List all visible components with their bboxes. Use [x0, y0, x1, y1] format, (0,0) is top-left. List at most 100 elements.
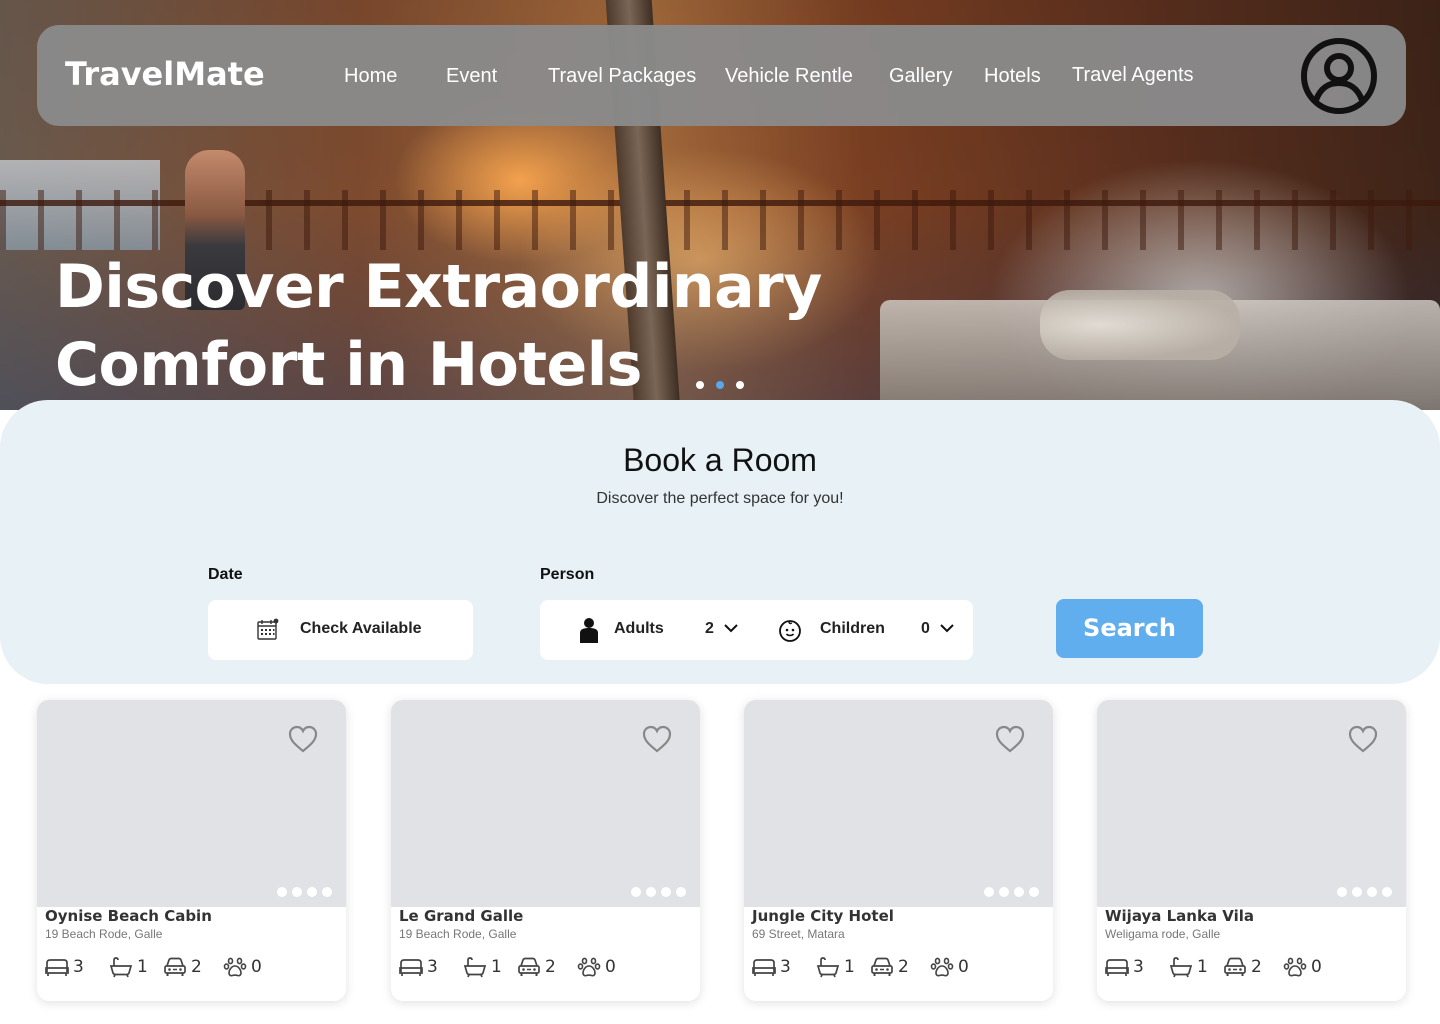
bed-icon: [45, 959, 69, 976]
person-selector: Adults 2 Children 0: [540, 600, 973, 660]
amenity-beds-count: 3: [1133, 957, 1144, 977]
nav-link-travel-packages[interactable]: Travel Packages: [548, 65, 696, 88]
hotel-card[interactable]: Jungle City Hotel 69 Street, Matara 3 1 …: [744, 700, 1053, 1001]
amenity-beds-count: 3: [780, 957, 791, 977]
photo-dot[interactable]: [1337, 887, 1347, 897]
photo-dot[interactable]: [322, 887, 332, 897]
carousel-dot-3[interactable]: [736, 381, 744, 389]
amenity-pets: 0: [577, 955, 616, 979]
heart-icon[interactable]: [994, 724, 1026, 754]
amenity-beds: 3: [45, 955, 84, 979]
nav-link-hotels[interactable]: Hotels: [984, 65, 1041, 88]
photo-dot[interactable]: [292, 887, 302, 897]
brand-logo[interactable]: TravelMate: [65, 55, 265, 93]
nav-link-event[interactable]: Event: [446, 65, 497, 88]
hotel-address: 19 Beach Rode, Galle: [399, 927, 517, 941]
amenity-beds-count: 3: [427, 957, 438, 977]
amenity-parking: 2: [517, 955, 556, 979]
hotel-name[interactable]: Le Grand Galle: [399, 907, 523, 925]
user-circle-icon[interactable]: [1299, 37, 1379, 115]
amenity-parking: 2: [870, 955, 909, 979]
hotel-address: Weligama rode, Galle: [1105, 927, 1221, 941]
car-icon: [1224, 957, 1246, 976]
heart-icon[interactable]: [641, 724, 673, 754]
paw-icon: [1283, 957, 1307, 977]
amenity-baths-count: 1: [491, 957, 502, 977]
amenity-pets-count: 0: [1311, 957, 1322, 977]
car-icon: [164, 957, 186, 976]
bed-icon: [399, 959, 423, 976]
booking-subtitle: Discover the perfect space for you!: [596, 490, 844, 507]
nav-link-home[interactable]: Home: [344, 65, 397, 88]
hotel-card[interactable]: Oynise Beach Cabin 19 Beach Rode, Galle …: [37, 700, 346, 1001]
amenity-parking-count: 2: [1251, 957, 1262, 977]
amenity-parking-count: 2: [191, 957, 202, 977]
chevron-down-icon: [724, 624, 738, 633]
hotel-card[interactable]: Wijaya Lanka Vila Weligama rode, Galle 3: [1097, 700, 1406, 1001]
photo-dot[interactable]: [631, 887, 641, 897]
adults-label: Adults: [614, 620, 664, 637]
amenity-baths-count: 1: [137, 957, 148, 977]
car-icon: [871, 957, 893, 976]
amenity-parking-count: 2: [545, 957, 556, 977]
amenity-beds-count: 3: [73, 957, 84, 977]
photo-carousel-dots: [1337, 887, 1392, 897]
photo-dot[interactable]: [661, 887, 671, 897]
nav-link-travel-agents[interactable]: Travel Agents: [1072, 64, 1194, 87]
photo-dot[interactable]: [999, 887, 1009, 897]
bathtub-icon: [109, 957, 133, 978]
car-icon: [518, 957, 540, 976]
hotel-card[interactable]: Le Grand Galle 19 Beach Rode, Galle 3 1 …: [391, 700, 700, 1001]
person-icon: [580, 618, 598, 643]
amenity-baths-count: 1: [844, 957, 855, 977]
amenity-pets: 0: [223, 955, 262, 979]
photo-dot[interactable]: [1382, 887, 1392, 897]
bed-icon: [1105, 959, 1129, 976]
hotel-name[interactable]: Wijaya Lanka Vila: [1105, 907, 1254, 925]
amenity-beds: 3: [1105, 955, 1144, 979]
hotel-amenities: 3 1 2 0: [45, 955, 345, 979]
booking-title: Book a Room: [623, 442, 817, 478]
photo-dot[interactable]: [1014, 887, 1024, 897]
hero-title-line1: Discover Extraordinary: [55, 252, 822, 322]
photo-dot[interactable]: [984, 887, 994, 897]
top-navbar: TravelMate Home Event Travel Packages Ve…: [37, 25, 1406, 126]
baby-face-icon: [779, 620, 801, 642]
photo-carousel-dots: [277, 887, 332, 897]
chevron-down-icon: [940, 624, 954, 633]
amenity-baths: 1: [109, 955, 148, 979]
hotel-name[interactable]: Oynise Beach Cabin: [45, 907, 212, 925]
amenity-parking-count: 2: [898, 957, 909, 977]
date-picker[interactable]: Check Available: [208, 600, 473, 660]
photo-dot[interactable]: [1367, 887, 1377, 897]
heart-icon[interactable]: [287, 724, 319, 754]
children-dropdown[interactable]: 0: [916, 600, 962, 660]
adults-dropdown[interactable]: 2: [700, 600, 746, 660]
photo-dot[interactable]: [1352, 887, 1362, 897]
photo-dot[interactable]: [277, 887, 287, 897]
photo-dot[interactable]: [676, 887, 686, 897]
amenity-pets-count: 0: [251, 957, 262, 977]
amenity-pets-count: 0: [605, 957, 616, 977]
heart-icon[interactable]: [1347, 724, 1379, 754]
amenity-beds: 3: [399, 955, 438, 979]
photo-carousel-dots: [631, 887, 686, 897]
photo-dot[interactable]: [646, 887, 656, 897]
nav-link-gallery[interactable]: Gallery: [889, 65, 952, 88]
paw-icon: [930, 957, 954, 977]
carousel-dot-1[interactable]: [696, 381, 704, 389]
person-label: Person: [540, 566, 595, 583]
hotel-address: 69 Street, Matara: [752, 927, 845, 941]
carousel-dot-2[interactable]: [716, 381, 724, 389]
photo-dot[interactable]: [1029, 887, 1039, 897]
amenity-baths: 1: [463, 955, 502, 979]
bed-icon: [752, 959, 776, 976]
photo-carousel-dots: [984, 887, 1039, 897]
hotel-name[interactable]: Jungle City Hotel: [752, 907, 894, 925]
adults-value: 2: [705, 620, 714, 637]
amenity-baths-count: 1: [1197, 957, 1208, 977]
photo-dot[interactable]: [307, 887, 317, 897]
search-button[interactable]: Search: [1056, 599, 1203, 658]
nav-link-vehicle-rentle[interactable]: Vehicle Rentle: [725, 65, 853, 88]
bathtub-icon: [1169, 957, 1193, 978]
